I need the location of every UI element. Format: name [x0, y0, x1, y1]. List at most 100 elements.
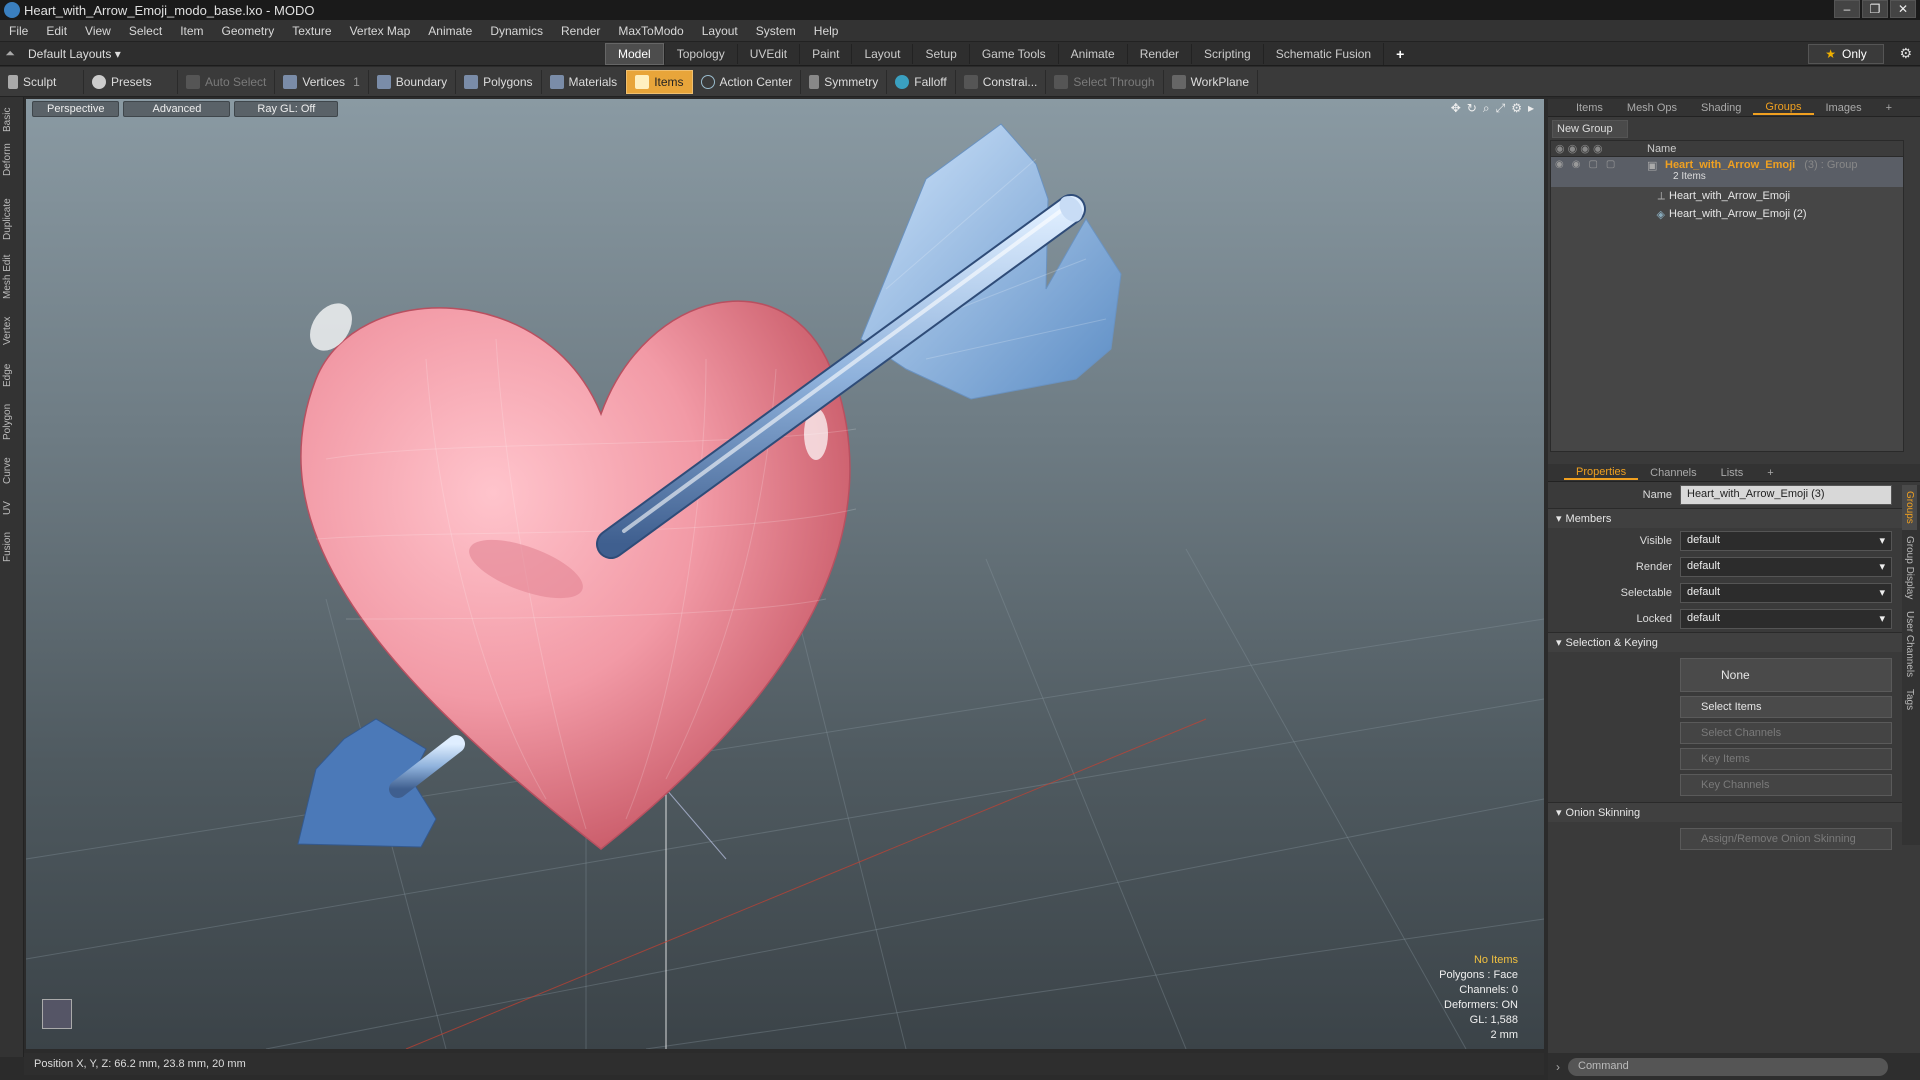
none-button[interactable]: None: [1680, 658, 1892, 692]
workplane-button[interactable]: WorkPlane: [1164, 69, 1259, 94]
vtab-deform[interactable]: Deform: [2, 141, 22, 179]
items-button[interactable]: Items: [626, 69, 693, 94]
add-tab-icon[interactable]: +: [1383, 43, 1416, 65]
symmetry-button[interactable]: Symmetry: [801, 69, 888, 94]
tab-scripting[interactable]: Scripting: [1191, 44, 1263, 64]
collapse-arrow-icon[interactable]: ⏶: [0, 46, 20, 61]
fit-view-icon[interactable]: ⤢: [1496, 101, 1506, 116]
polygons-button[interactable]: Polygons: [456, 69, 542, 94]
tab-schematic-fusion[interactable]: Schematic Fusion: [1262, 44, 1383, 64]
vtab-curve[interactable]: Curve: [2, 453, 22, 489]
materials-button[interactable]: Materials: [542, 69, 627, 94]
new-group-button[interactable]: New Group: [1552, 120, 1628, 138]
constraints-button[interactable]: Constrai...: [956, 69, 1047, 94]
command-input[interactable]: Command: [1568, 1057, 1888, 1076]
tab-images[interactable]: Images: [1814, 102, 1874, 114]
view-settings-icon[interactable]: ⚙: [1511, 101, 1522, 116]
tab-items[interactable]: Items: [1564, 102, 1615, 114]
close-icon[interactable]: ✕: [1890, 0, 1916, 18]
only-button[interactable]: ★ Only: [1808, 44, 1884, 64]
menu-select[interactable]: Select: [120, 24, 171, 38]
move-view-icon[interactable]: ✥: [1451, 101, 1461, 116]
menu-file[interactable]: File: [0, 24, 37, 38]
tab-render[interactable]: Render: [1126, 44, 1191, 64]
group-visibility-icons[interactable]: ◉◉▢▢: [1551, 159, 1647, 170]
sidetab-group-display[interactable]: Group Display: [1902, 530, 1917, 605]
selectable-dropdown[interactable]: default ▾: [1680, 583, 1892, 603]
tab-uvedit[interactable]: UVEdit: [736, 44, 799, 64]
members-section[interactable]: ▾ Members: [1548, 508, 1920, 528]
vtab-polygon[interactable]: Polygon: [2, 399, 22, 445]
menu-layout[interactable]: Layout: [693, 24, 747, 38]
tab-layout[interactable]: Layout: [851, 44, 912, 64]
group-row[interactable]: ◉◉▢▢ ▣ Heart_with_Arrow_Emoji (3) : Grou…: [1551, 157, 1903, 187]
sidetab-groups[interactable]: Groups: [1902, 485, 1917, 530]
presets-button[interactable]: Presets: [84, 69, 178, 94]
view-mode-dropdown[interactable]: Perspective: [32, 101, 120, 117]
menu-texture[interactable]: Texture: [283, 24, 340, 38]
list-item[interactable]: ⟂ Heart_with_Arrow_Emoji: [1551, 187, 1903, 205]
tab-channels[interactable]: Channels: [1638, 467, 1708, 479]
vtab-fusion[interactable]: Fusion: [2, 527, 22, 567]
sidetab-tags[interactable]: Tags: [1902, 683, 1917, 716]
vtab-edge[interactable]: Edge: [2, 359, 22, 391]
add-properties-tab-icon[interactable]: +: [1755, 467, 1785, 479]
tab-setup[interactable]: Setup: [912, 44, 968, 64]
tab-groups[interactable]: Groups: [1753, 101, 1814, 115]
rotate-view-icon[interactable]: ↻: [1467, 101, 1477, 116]
select-items-button[interactable]: Select Items: [1680, 696, 1892, 718]
vtab-duplicate[interactable]: Duplicate: [2, 195, 22, 243]
expand-arrow-icon[interactable]: ▸: [1528, 101, 1534, 116]
boundary-button[interactable]: Boundary: [369, 69, 457, 94]
onion-skinning-button[interactable]: Assign/Remove Onion Skinning: [1680, 828, 1892, 850]
falloff-button[interactable]: Falloff: [887, 69, 956, 94]
orientation-cube-icon[interactable]: [42, 999, 72, 1029]
sidetab-user-channels[interactable]: User Channels: [1902, 605, 1917, 683]
onion-skinning-section[interactable]: ▾ Onion Skinning: [1548, 802, 1920, 822]
menu-dynamics[interactable]: Dynamics: [481, 24, 552, 38]
add-panel-tab-icon[interactable]: +: [1874, 102, 1904, 114]
menu-animate[interactable]: Animate: [419, 24, 481, 38]
restore-icon[interactable]: ❐: [1862, 0, 1888, 18]
select-channels-button[interactable]: Select Channels: [1680, 722, 1892, 744]
sculpt-button[interactable]: Sculpt: [0, 69, 84, 94]
menu-maxtomodo[interactable]: MaxToModo: [609, 24, 692, 38]
tab-shading[interactable]: Shading: [1689, 102, 1753, 114]
tab-animate[interactable]: Animate: [1057, 44, 1127, 64]
menu-vertex-map[interactable]: Vertex Map: [341, 24, 420, 38]
tab-model[interactable]: Model: [605, 43, 664, 65]
visible-dropdown[interactable]: default ▾: [1680, 531, 1892, 551]
menu-view[interactable]: View: [76, 24, 120, 38]
menu-geometry[interactable]: Geometry: [213, 24, 284, 38]
layouts-dropdown[interactable]: Default Layouts ▾: [20, 47, 129, 61]
render-dropdown[interactable]: default ▾: [1680, 557, 1892, 577]
vertices-button[interactable]: Vertices 1: [275, 69, 369, 94]
tab-topology[interactable]: Topology: [663, 44, 737, 64]
tab-lists[interactable]: Lists: [1709, 467, 1756, 479]
list-item[interactable]: ◈ Heart_with_Arrow_Emoji (2): [1551, 205, 1903, 223]
vtab-vertex[interactable]: Vertex: [2, 311, 22, 351]
minimize-icon[interactable]: –: [1834, 0, 1860, 18]
viewport-3d[interactable]: Perspective Advanced Ray GL: Off ✥ ↻ ⌕ ⤢…: [26, 99, 1544, 1049]
tab-game-tools[interactable]: Game Tools: [968, 44, 1058, 64]
menu-item[interactable]: Item: [171, 24, 212, 38]
zoom-view-icon[interactable]: ⌕: [1483, 101, 1490, 116]
key-items-button[interactable]: Key Items: [1680, 748, 1892, 770]
raygl-dropdown[interactable]: Ray GL: Off: [234, 101, 339, 117]
menu-edit[interactable]: Edit: [37, 24, 76, 38]
key-channels-button[interactable]: Key Channels: [1680, 774, 1892, 796]
auto-select-button[interactable]: Auto Select: [178, 69, 276, 94]
menu-system[interactable]: System: [747, 24, 805, 38]
gear-icon[interactable]: ⚙: [1899, 45, 1912, 62]
action-center-button[interactable]: Action Center: [693, 69, 802, 94]
select-through-button[interactable]: Select Through: [1046, 69, 1164, 94]
vtab-mesh-edit[interactable]: Mesh Edit: [2, 251, 22, 303]
menu-help[interactable]: Help: [805, 24, 848, 38]
vtab-uv[interactable]: UV: [2, 497, 22, 519]
locked-dropdown[interactable]: default ▾: [1680, 609, 1892, 629]
vtab-basic[interactable]: Basic: [2, 103, 22, 137]
tab-paint[interactable]: Paint: [799, 44, 851, 64]
tab-properties[interactable]: Properties: [1564, 466, 1639, 480]
shading-dropdown[interactable]: Advanced: [123, 101, 231, 117]
selection-keying-section[interactable]: ▾ Selection & Keying: [1548, 632, 1920, 652]
